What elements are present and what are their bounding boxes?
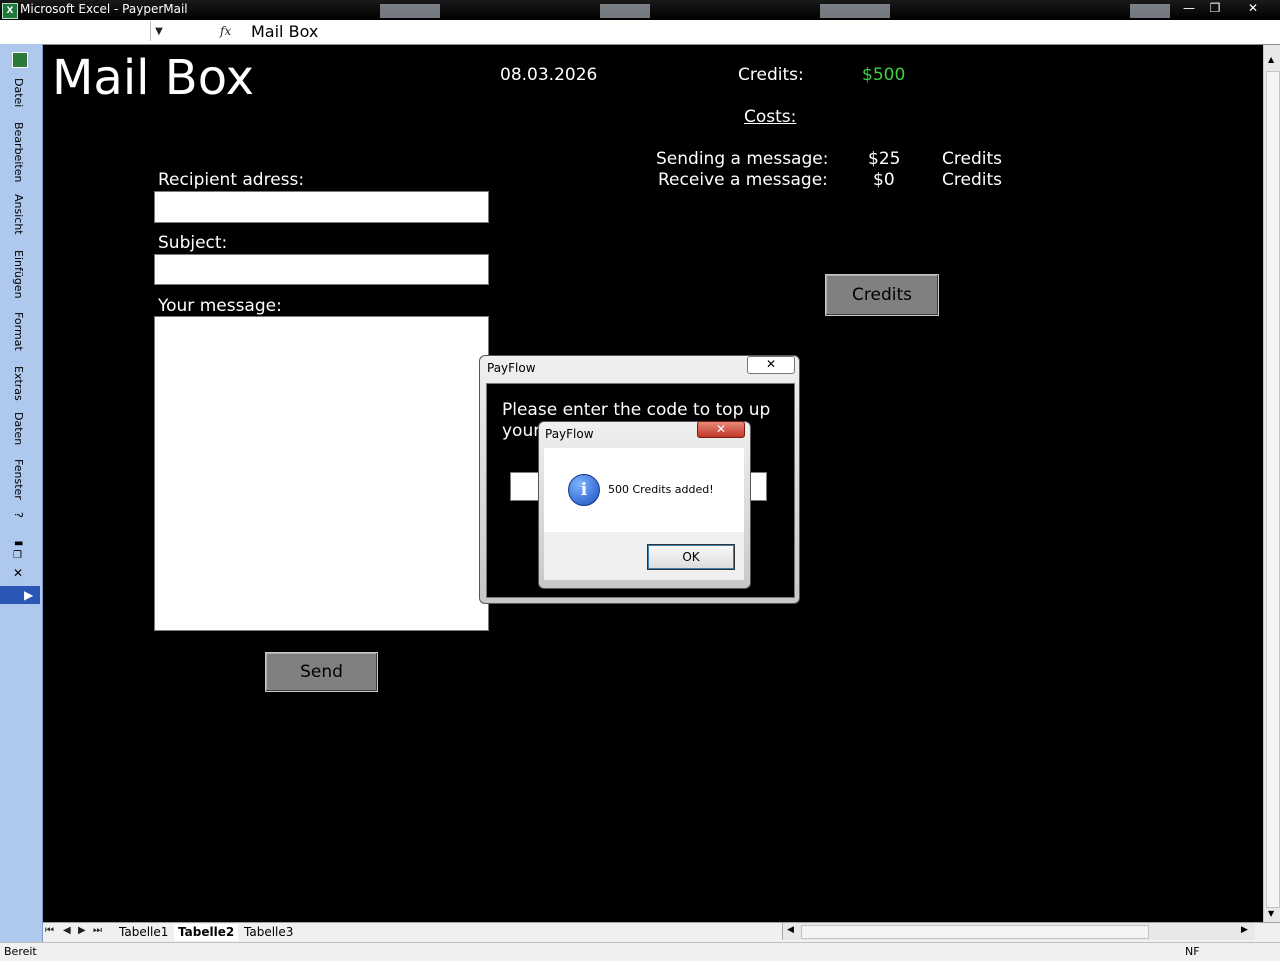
menu-item-einfuegen[interactable]: Einfügen: [12, 250, 25, 299]
name-box[interactable]: [0, 21, 151, 41]
doc-close-icon[interactable]: ✕: [13, 566, 23, 580]
status-ready: Bereit: [4, 945, 37, 958]
doc-minimize-icon[interactable]: ▬: [14, 538, 23, 549]
vertical-scrollbar[interactable]: ▲ ▼: [1263, 45, 1280, 922]
toolbar-options-button[interactable]: ▶: [0, 586, 40, 604]
menu-item-fenster[interactable]: Fenster: [12, 459, 25, 500]
cost-send-amount: $25: [868, 149, 901, 169]
scroll-up-icon[interactable]: ▲: [1268, 55, 1274, 64]
excel-app-icon: X: [2, 3, 18, 19]
message-box-text: 500 Credits added!: [608, 483, 714, 496]
payflow-dialog-title: PayFlow: [487, 361, 536, 375]
credits-button[interactable]: Credits: [825, 274, 939, 316]
cost-receive-label: Receive a message:: [658, 170, 828, 190]
chevron-down-icon[interactable]: ▼: [152, 24, 166, 40]
credits-label: Credits:: [738, 65, 804, 85]
title-bar-decoration: [380, 4, 440, 18]
menu-item-datei[interactable]: Datei: [12, 78, 25, 107]
close-button[interactable]: ✕: [1240, 0, 1266, 16]
title-bar-decoration: [600, 4, 650, 18]
recipient-input[interactable]: [154, 191, 489, 223]
tab-tabelle3[interactable]: Tabelle3: [240, 924, 297, 941]
costs-heading: Costs:: [744, 107, 797, 127]
excel-doc-icon: [12, 52, 28, 68]
page-title: Mail Box: [52, 50, 254, 106]
window-title: Microsoft Excel - PayperMail: [20, 2, 188, 16]
minimize-button[interactable]: —: [1176, 0, 1202, 16]
cost-receive-amount: $0: [873, 170, 895, 190]
horizontal-scrollbar[interactable]: ◀ ▶: [782, 923, 1255, 940]
menu-item-daten[interactable]: Daten: [12, 412, 25, 445]
title-bar: [0, 0, 1280, 20]
cost-send-unit: Credits: [942, 149, 1002, 169]
doc-restore-icon[interactable]: ❐: [13, 550, 22, 561]
function-icon[interactable]: fx: [220, 24, 236, 40]
credits-balance: $500: [862, 65, 906, 85]
message-box-close-button[interactable]: ✕: [697, 421, 745, 438]
subject-input[interactable]: [154, 254, 489, 285]
title-bar-decoration: [820, 4, 890, 18]
current-date: 08.03.2026: [500, 65, 598, 85]
cost-receive-unit: Credits: [942, 170, 1002, 190]
menu-item-extras[interactable]: Extras: [12, 366, 25, 401]
restore-button[interactable]: ❐: [1202, 0, 1228, 16]
menu-item-help[interactable]: ?: [12, 512, 25, 518]
recipient-label: Recipient adress:: [158, 170, 305, 190]
ok-button[interactable]: OK: [647, 544, 735, 570]
scroll-down-icon[interactable]: ▼: [1268, 909, 1274, 918]
status-indicator: NF: [1185, 945, 1200, 958]
next-sheet-icon[interactable]: ▶: [78, 925, 86, 936]
message-textarea[interactable]: [154, 316, 489, 631]
chevron-right-icon: ▶: [24, 588, 34, 602]
tab-tabelle1[interactable]: Tabelle1: [115, 924, 172, 941]
first-sheet-icon[interactable]: ⏮: [45, 925, 54, 936]
title-bar-decoration: [1130, 4, 1170, 18]
menu-item-bearbeiten[interactable]: Bearbeiten: [12, 122, 25, 182]
formula-input[interactable]: Mail Box: [251, 22, 318, 41]
prev-sheet-icon[interactable]: ◀: [63, 925, 71, 936]
menu-item-format[interactable]: Format: [12, 312, 25, 351]
message-box-title: PayFlow: [545, 427, 594, 441]
subject-label: Subject:: [158, 233, 228, 253]
message-label: Your message:: [158, 296, 282, 316]
info-icon: i: [568, 474, 600, 506]
send-button[interactable]: Send: [265, 652, 378, 692]
horizontal-scroll-thumb[interactable]: [801, 925, 1149, 939]
payflow-dialog-close-button[interactable]: ✕: [747, 356, 795, 374]
vertical-scroll-thumb[interactable]: [1266, 71, 1280, 908]
scroll-left-icon[interactable]: ◀: [787, 925, 794, 935]
cost-send-label: Sending a message:: [656, 149, 829, 169]
last-sheet-icon[interactable]: ⏭: [93, 925, 102, 936]
tab-tabelle2[interactable]: Tabelle2: [174, 924, 239, 941]
menu-bar: Datei Bearbeiten Ansicht Einfügen Format…: [0, 44, 43, 942]
status-bar: Bereit NF: [0, 942, 1280, 961]
scroll-right-icon[interactable]: ▶: [1241, 925, 1248, 935]
menu-item-ansicht[interactable]: Ansicht: [12, 194, 25, 235]
formula-bar: [0, 20, 1280, 45]
